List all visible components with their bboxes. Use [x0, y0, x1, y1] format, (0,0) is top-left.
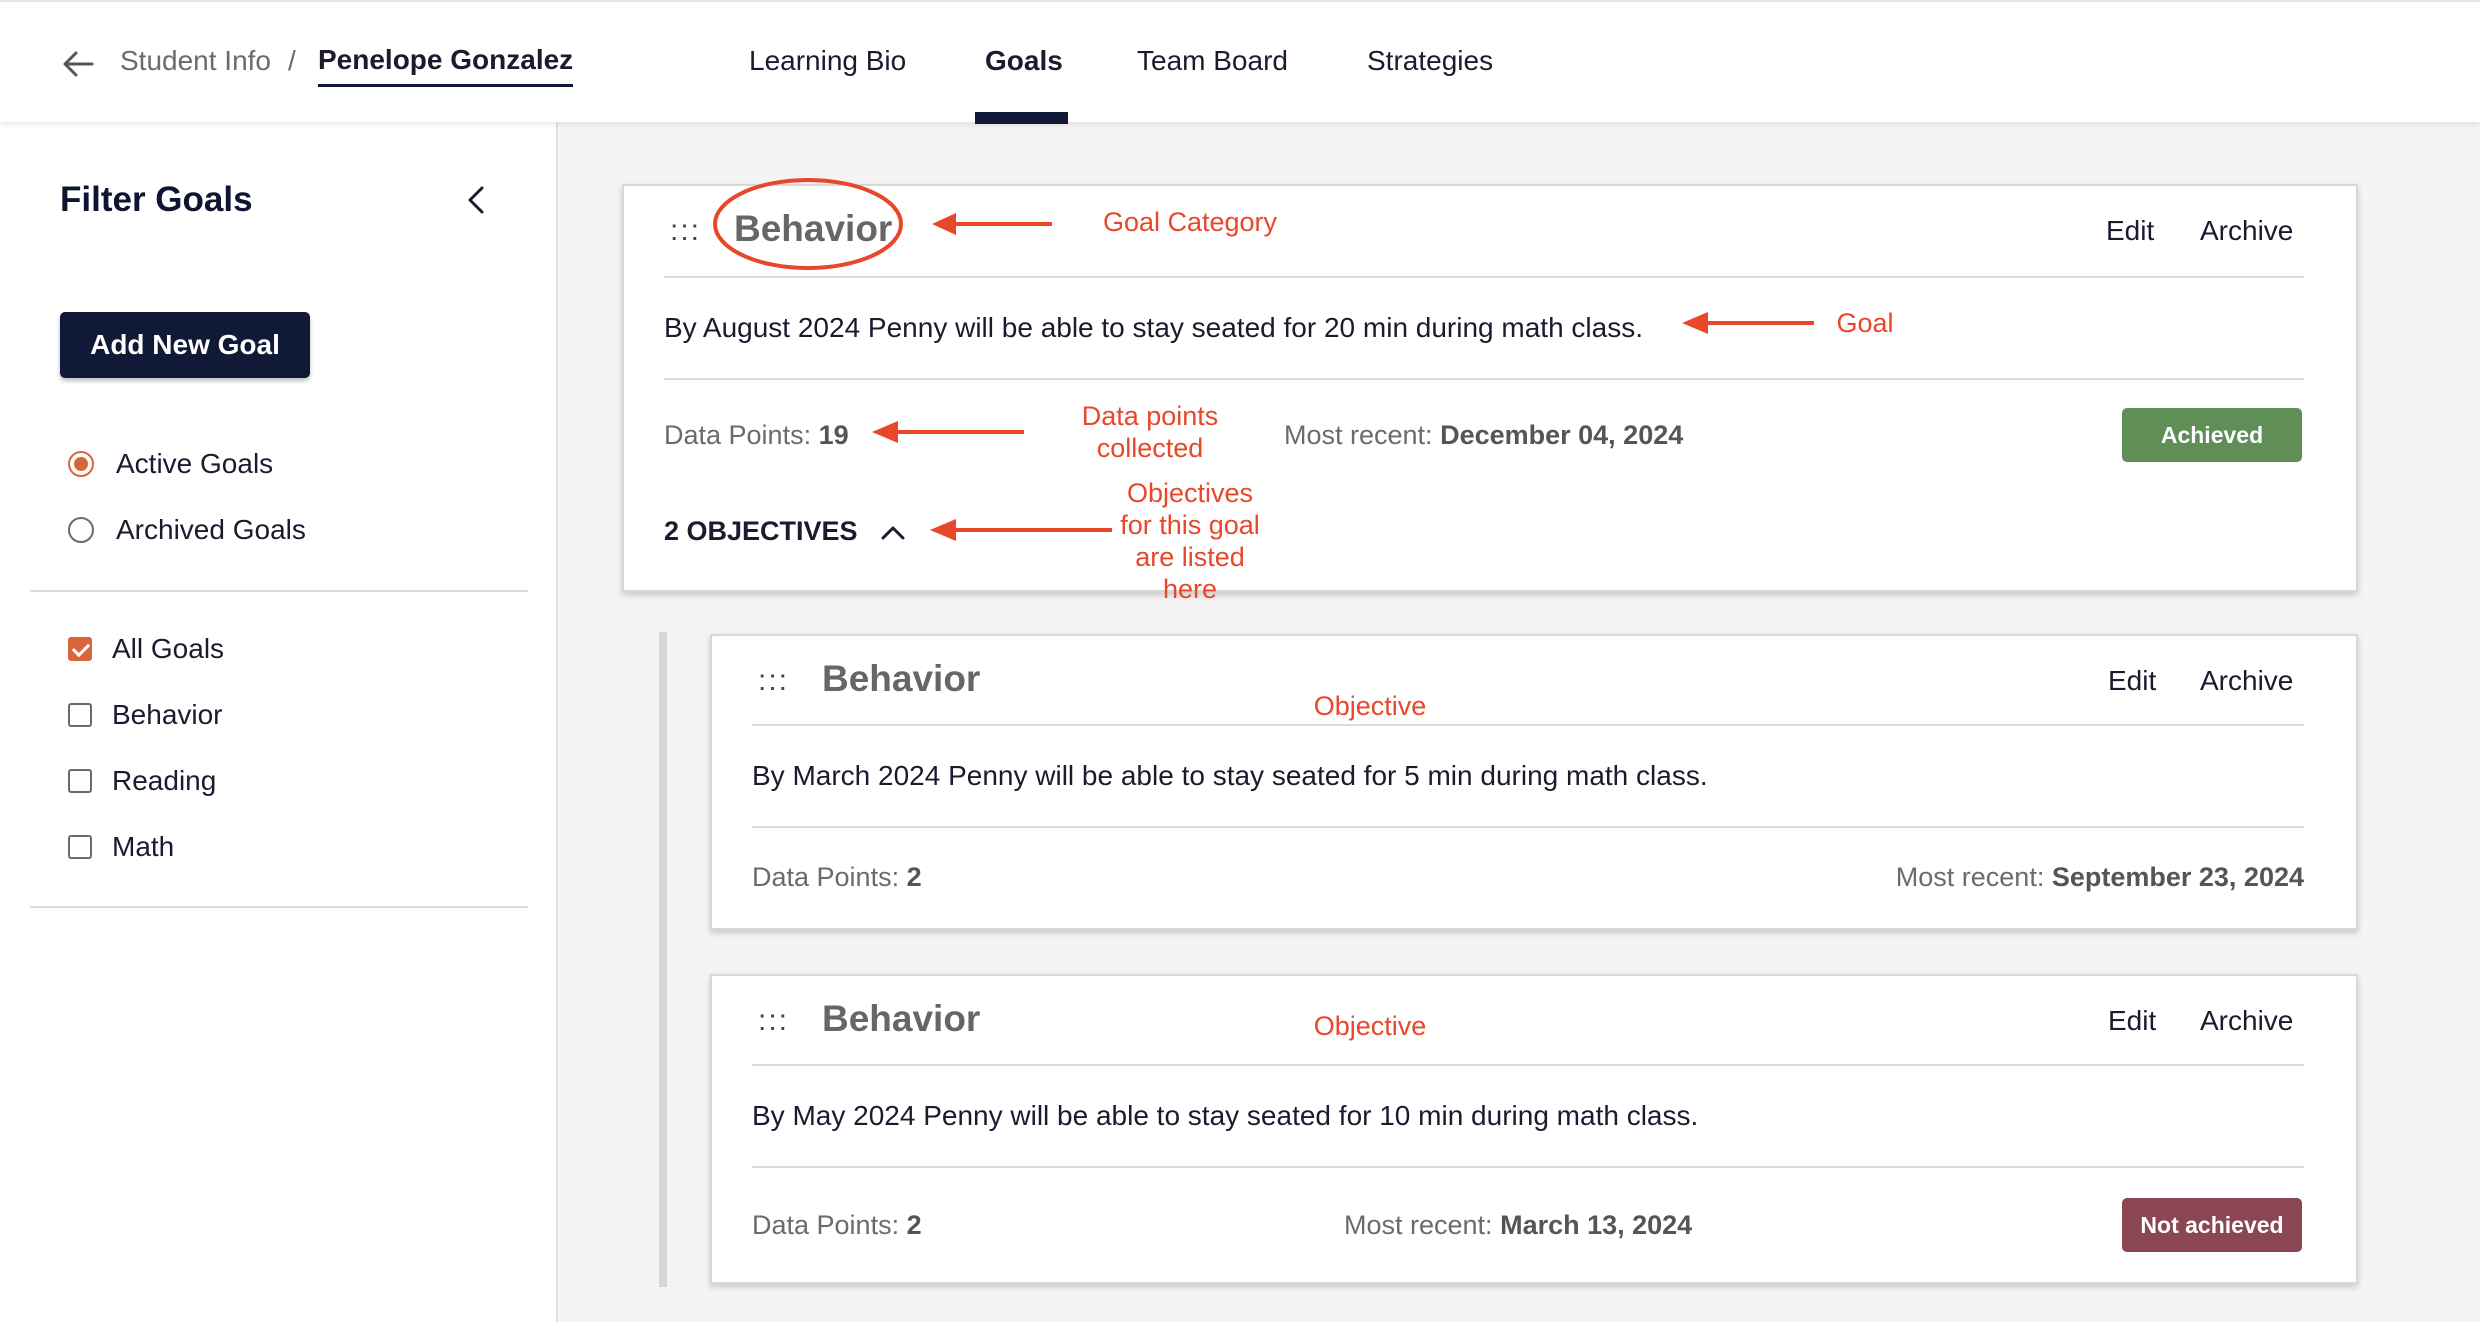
checkbox[interactable]: [68, 835, 92, 859]
tab-strategies[interactable]: Strategies: [1367, 45, 1493, 77]
annotation-goal-category: Goal Category: [1102, 207, 1278, 237]
annotation-line: Data points: [1081, 401, 1219, 431]
objective-most-recent: Most recent: March 13, 2024: [1344, 1210, 1692, 1241]
objectives-count-label: 2 OBJECTIVES: [664, 516, 858, 546]
checkbox[interactable]: [68, 769, 92, 793]
objective-most-recent: Most recent: September 23, 2024: [1896, 862, 2304, 893]
drag-handle-icon[interactable]: :::: [670, 214, 701, 248]
most-recent-date: December 04, 2024: [1440, 420, 1684, 450]
sidebar-divider: [30, 590, 528, 592]
objective-card: ::: Behavior Edit Archive By March 2024 …: [710, 634, 2358, 930]
objective-text: By May 2024 Penny will be able to stay s…: [752, 1100, 1699, 1131]
goal-card: ::: Behavior Edit Archive By August 2024…: [622, 184, 2358, 592]
filter-label: Archived Goals: [116, 514, 306, 545]
objective-category-title: Behavior: [822, 658, 981, 699]
filter-behavior[interactable]: Behavior: [68, 695, 223, 735]
tab-goals[interactable]: Goals: [985, 45, 1063, 77]
archive-objective-button[interactable]: Archive: [2200, 665, 2293, 697]
annotation-line: here: [1162, 574, 1218, 604]
objective-data-points: Data Points: 2: [752, 1210, 922, 1241]
filter-all-goals[interactable]: All Goals: [68, 629, 224, 669]
breadcrumb-current-student: Penelope Gonzalez: [318, 44, 574, 87]
annotation-line: are listed: [1135, 542, 1245, 572]
card-divider: [752, 1064, 2304, 1066]
goal-category-title: Behavior: [734, 208, 893, 249]
card-divider: [752, 826, 2304, 828]
radio-button[interactable]: [68, 517, 94, 543]
annotation-objective: Objective: [1313, 1011, 1427, 1041]
most-recent-date: September 23, 2024: [2051, 862, 2304, 892]
annotation-goal: Goal: [1836, 308, 1894, 338]
filter-math[interactable]: Math: [68, 827, 174, 867]
chevron-up-icon: [881, 526, 905, 539]
most-recent-date: March 13, 2024: [1500, 1210, 1693, 1240]
checkbox[interactable]: [68, 637, 92, 661]
edit-objective-button[interactable]: Edit: [2108, 665, 2156, 697]
objectives-toggle[interactable]: 2 OBJECTIVES: [664, 516, 906, 547]
add-new-goal-button[interactable]: Add New Goal: [60, 312, 310, 378]
objective-text: By March 2024 Penny will be able to stay…: [752, 760, 1708, 791]
most-recent-label: Most recent:: [1344, 1210, 1493, 1240]
data-points-label: Data Points:: [752, 1210, 900, 1240]
breadcrumb-separator: /: [288, 45, 296, 76]
goal-text: By August 2024 Penny will be able to sta…: [664, 312, 1644, 343]
status-badge-achieved: Achieved: [2122, 408, 2302, 462]
data-points-count: 2: [906, 862, 922, 892]
top-header: Student Info / Penelope Gonzalez Learnin…: [0, 0, 2480, 124]
drag-handle-icon[interactable]: :::: [758, 664, 789, 698]
card-divider: [752, 724, 2304, 726]
checkbox[interactable]: [68, 703, 92, 727]
status-badge-not-achieved: Not achieved: [2122, 1198, 2302, 1252]
card-divider: [664, 276, 2304, 278]
data-points-label: Data Points:: [752, 862, 900, 892]
most-recent-label: Most recent:: [1895, 862, 2045, 892]
arrow-left-icon[interactable]: [60, 46, 96, 82]
goal-most-recent: Most recent: December 04, 2024: [1284, 420, 1683, 451]
filter-label: Behavior: [112, 699, 223, 730]
sidebar-divider: [30, 906, 528, 908]
most-recent-label: Most recent:: [1284, 420, 1433, 450]
objective-category-title: Behavior: [822, 998, 981, 1039]
data-points-label: Data Points:: [664, 420, 812, 450]
annotation-line: collected: [1096, 433, 1204, 463]
chevron-left-icon[interactable]: [462, 182, 490, 218]
data-points-count: 19: [818, 420, 849, 450]
objective-card: ::: Behavior Edit Archive By May 2024 Pe…: [710, 974, 2358, 1284]
filter-label: All Goals: [112, 633, 225, 664]
card-divider: [752, 1166, 2304, 1168]
edit-goal-button[interactable]: Edit: [2106, 215, 2154, 247]
annotation-line: Objectives: [1126, 478, 1254, 508]
annotation-line: for this goal: [1120, 510, 1260, 540]
filter-label: Reading: [112, 765, 217, 796]
card-divider: [664, 378, 2304, 380]
objective-data-points: Data Points: 2: [752, 862, 922, 893]
annotation-objective: Objective: [1313, 691, 1427, 721]
filter-archived-goals[interactable]: Archived Goals: [68, 510, 306, 550]
tab-team-board[interactable]: Team Board: [1137, 45, 1288, 77]
edit-objective-button[interactable]: Edit: [2108, 1005, 2156, 1037]
objectives-connector-bar: [659, 632, 667, 1287]
filter-label: Math: [112, 831, 175, 862]
tab-learning-bio[interactable]: Learning Bio: [749, 45, 906, 77]
annotation-data-points: Data points collected: [1060, 400, 1240, 464]
drag-handle-icon[interactable]: :::: [758, 1004, 789, 1038]
breadcrumb-student-info[interactable]: Student Info: [120, 45, 271, 77]
filter-reading[interactable]: Reading: [68, 761, 216, 801]
archive-goal-button[interactable]: Archive: [2200, 215, 2293, 247]
archive-objective-button[interactable]: Archive: [2200, 1005, 2293, 1037]
goal-data-points: Data Points: 19: [664, 420, 849, 451]
annotation-objectives: Objectives for this goal are listed here: [1105, 477, 1275, 605]
radio-button[interactable]: [68, 451, 94, 477]
data-points-count: 2: [906, 1210, 922, 1240]
filter-active-goals[interactable]: Active Goals: [68, 444, 273, 484]
filter-label: Active Goals: [116, 448, 274, 479]
active-tab-indicator: [975, 112, 1068, 124]
sidebar-title: Filter Goals: [60, 180, 253, 219]
filter-sidebar: Filter Goals Add New Goal Active Goals A…: [0, 122, 558, 1322]
